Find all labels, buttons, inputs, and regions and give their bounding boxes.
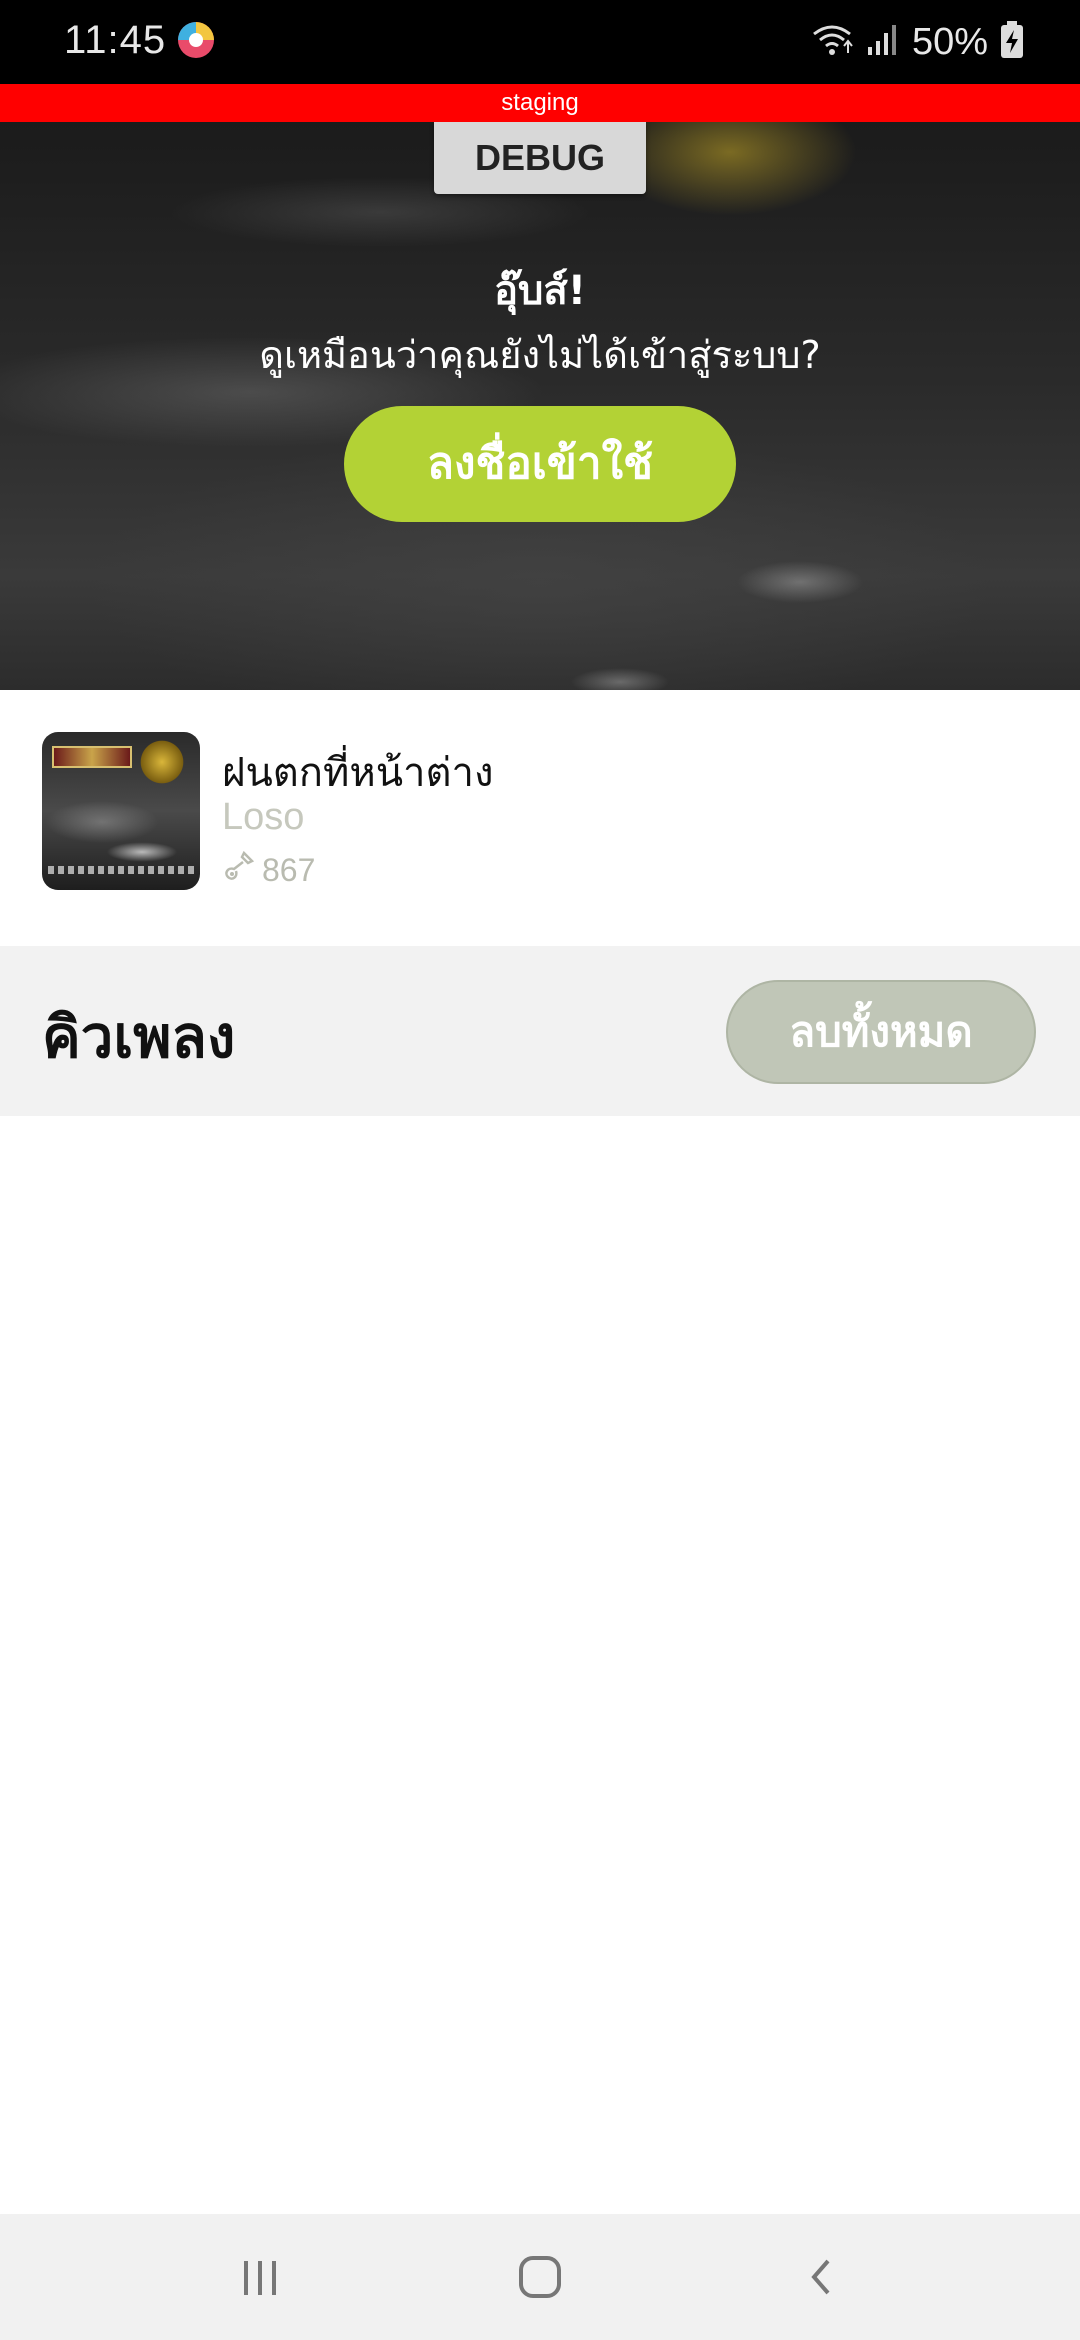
battery-percent: 50% — [911, 20, 988, 63]
back-icon[interactable] — [782, 2242, 862, 2312]
song-title: ฝนตกที่หน้าต่าง — [222, 750, 494, 796]
status-time: 11:45 — [64, 18, 167, 62]
play-count-value: 867 — [262, 851, 316, 888]
guitar-icon — [222, 849, 256, 891]
recent-apps-icon[interactable] — [220, 2242, 300, 2312]
album-art — [42, 732, 200, 890]
status-icons: 50% — [810, 18, 1024, 66]
login-button[interactable]: ลงชื่อเข้าใช้ — [344, 406, 736, 522]
system-nav-bar — [0, 2214, 1080, 2340]
app-notification-icon — [176, 20, 216, 60]
signal-icon — [866, 23, 900, 61]
environment-banner: staging — [0, 84, 1080, 122]
home-icon[interactable] — [500, 2242, 580, 2312]
song-artist: Loso — [222, 796, 305, 838]
hero-title: อุ๊บส์! — [493, 268, 587, 314]
wifi-icon — [810, 22, 854, 62]
debug-button[interactable]: DEBUG — [434, 122, 646, 194]
clear-all-button[interactable]: ลบทั้งหมด — [726, 980, 1036, 1084]
queue-header: คิวเพลง ลบทั้งหมด — [0, 946, 1080, 1116]
queue-list — [0, 1116, 1080, 2214]
hero-subtitle: ดูเหมือนว่าคุณยังไม่ได้เข้าสู่ระบบ? — [259, 333, 821, 377]
status-bar: 11:45 50% — [0, 0, 1080, 84]
play-count: 867 — [222, 850, 315, 890]
queue-title: คิวเพลง — [42, 1003, 236, 1071]
login-prompt-hero: DEBUG อุ๊บส์! ดูเหมือนว่าคุณยังไม่ได้เข้… — [0, 122, 1080, 690]
battery-charging-icon — [1000, 21, 1024, 63]
now-playing-track[interactable]: ฝนตกที่หน้าต่าง Loso 867 — [0, 690, 1080, 946]
